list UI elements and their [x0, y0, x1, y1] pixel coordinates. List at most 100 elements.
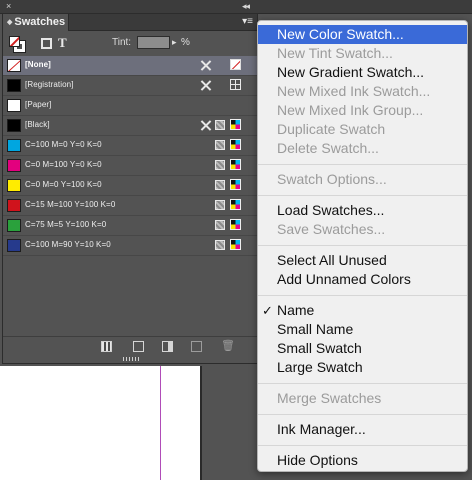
menu-item[interactable]: Small Swatch	[258, 339, 467, 358]
checkmark-icon: ✓	[262, 303, 273, 318]
cmyk-mode-icon	[230, 219, 241, 230]
menu-item: Merge Swatches	[258, 389, 467, 408]
menu-item[interactable]: Add Unnamed Colors	[258, 270, 467, 289]
swatch-row[interactable]: [Registration]	[3, 76, 257, 96]
menu-separator	[258, 377, 467, 389]
swatch-color-chip	[7, 139, 21, 152]
show-color-swatches-icon[interactable]	[133, 341, 144, 352]
process-color-icon	[215, 180, 225, 190]
tint-label: Tint:	[112, 37, 132, 48]
trash-icon[interactable]: 🗑	[221, 339, 235, 353]
menu-item-label: New Gradient Swatch...	[277, 64, 425, 80]
collapse-panels-icon[interactable]: ◂◂	[242, 1, 250, 12]
show-gradient-swatches-icon[interactable]	[162, 341, 173, 352]
menu-item-label: Swatch Options...	[277, 171, 387, 187]
non-editable-icon	[200, 79, 212, 92]
margin-guide	[160, 366, 161, 480]
menu-item-label: Merge Swatches	[277, 390, 382, 406]
menu-item[interactable]: ✓ Name	[258, 301, 467, 320]
swatch-name: C=15 M=100 Y=100 K=0	[25, 200, 116, 209]
menu-item-label: Ink Manager...	[277, 421, 366, 437]
menu-item[interactable]: Select All Unused	[258, 251, 467, 270]
panel-flyout-menu: New Color Swatch... New Tint Swatch... New…	[257, 20, 468, 472]
close-icon[interactable]: ×	[6, 1, 11, 11]
swatch-name: C=75 M=5 Y=100 K=0	[25, 220, 107, 229]
menu-separator	[258, 239, 467, 251]
swatch-color-chip	[7, 199, 21, 212]
panel-tab-bar: ◆ Swatches ▾≡	[3, 14, 257, 31]
swatch-color-chip	[7, 99, 21, 112]
formatting-text-icon[interactable]: T	[58, 35, 67, 51]
menu-item: Save Swatches...	[258, 220, 467, 239]
swatch-row[interactable]: C=0 M=0 Y=100 K=0	[3, 176, 257, 196]
menu-item: New Mixed Ink Group...	[258, 101, 467, 120]
process-color-icon	[215, 200, 225, 210]
menu-item-label: Hide Options	[277, 452, 358, 468]
swatch-color-chip	[7, 239, 21, 252]
menu-separator	[258, 158, 467, 170]
menu-separator	[258, 408, 467, 420]
non-editable-icon	[200, 119, 212, 132]
process-color-icon	[215, 140, 225, 150]
menu-item[interactable]: Ink Manager...	[258, 420, 467, 439]
tint-unit: %	[181, 37, 190, 48]
swatch-row[interactable]: [Paper]	[3, 96, 257, 116]
menu-separator	[258, 439, 467, 451]
fill-stroke-icon[interactable]	[9, 36, 26, 53]
process-color-icon	[215, 160, 225, 170]
swatch-color-chip	[7, 59, 21, 72]
document-page	[0, 366, 200, 480]
menu-item-label: Load Swatches...	[277, 202, 385, 218]
resize-grip[interactable]	[123, 357, 141, 361]
menu-item-label: New Color Swatch...	[277, 26, 404, 42]
swatches-toolbar: T Tint: ▸ %	[3, 32, 257, 56]
menu-item[interactable]: New Gradient Swatch...	[258, 63, 467, 82]
page-edge-shadow	[200, 366, 202, 480]
swatch-color-chip	[7, 119, 21, 132]
tab-collapse-icon: ◆	[7, 19, 13, 26]
panel-menu-button[interactable]: ▾≡	[242, 16, 253, 28]
swatch-color-chip	[7, 179, 21, 192]
registration-icon	[230, 79, 241, 90]
swatch-row[interactable]: C=75 M=5 Y=100 K=0	[3, 216, 257, 236]
menu-item[interactable]: Large Swatch	[258, 358, 467, 377]
swatch-name: C=0 M=0 Y=100 K=0	[25, 180, 102, 189]
swatch-row[interactable]: C=100 M=90 Y=10 K=0	[3, 236, 257, 256]
show-all-swatches-icon[interactable]	[101, 341, 112, 352]
menu-item-label: Duplicate Swatch	[277, 121, 386, 137]
fill-swatch-icon[interactable]	[9, 36, 20, 47]
swatches-panel: ◆ Swatches ▾≡ T Tint: ▸ % [None] [Registra…	[2, 13, 258, 364]
swatch-row[interactable]: [None]	[3, 56, 257, 76]
swatch-name: C=100 M=0 Y=0 K=0	[25, 140, 102, 149]
swatch-row[interactable]: [Black]	[3, 116, 257, 136]
tab-swatches[interactable]: ◆ Swatches	[3, 14, 69, 31]
menu-item-label: Save Swatches...	[277, 221, 386, 237]
cmyk-mode-icon	[230, 239, 241, 250]
menu-item-label: Add Unnamed Colors	[277, 271, 411, 287]
swatch-name: C=100 M=90 Y=10 K=0	[25, 240, 111, 249]
menu-item: Delete Swatch...	[258, 139, 467, 158]
tab-label: Swatches	[14, 16, 66, 28]
swatch-row[interactable]: C=0 M=100 Y=0 K=0	[3, 156, 257, 176]
process-color-icon	[215, 220, 225, 230]
cmyk-mode-icon	[230, 119, 241, 130]
menu-item-label: New Mixed Ink Group...	[277, 102, 424, 118]
menu-item[interactable]: Small Name	[258, 320, 467, 339]
tint-slider-arrow-icon[interactable]: ▸	[172, 37, 177, 48]
menu-item[interactable]: New Color Swatch...	[258, 25, 467, 44]
menu-item-label: Name	[277, 302, 315, 318]
swatch-row[interactable]: C=100 M=0 Y=0 K=0	[3, 136, 257, 156]
formatting-container-icon[interactable]	[41, 38, 52, 49]
swatch-name: [Black]	[25, 120, 50, 129]
swatch-color-chip	[7, 159, 21, 172]
tint-input[interactable]	[137, 36, 170, 49]
new-swatch-icon[interactable]	[191, 341, 202, 352]
panel-dock-bar: × ◂◂	[0, 0, 472, 14]
menu-item[interactable]: Hide Options	[258, 451, 467, 470]
menu-separator	[258, 289, 467, 301]
menu-item[interactable]: Load Swatches...	[258, 201, 467, 220]
cmyk-mode-icon	[230, 159, 241, 170]
menu-item: Swatch Options...	[258, 170, 467, 189]
swatch-row[interactable]: C=15 M=100 Y=100 K=0	[3, 196, 257, 216]
menu-item: New Mixed Ink Swatch...	[258, 82, 467, 101]
